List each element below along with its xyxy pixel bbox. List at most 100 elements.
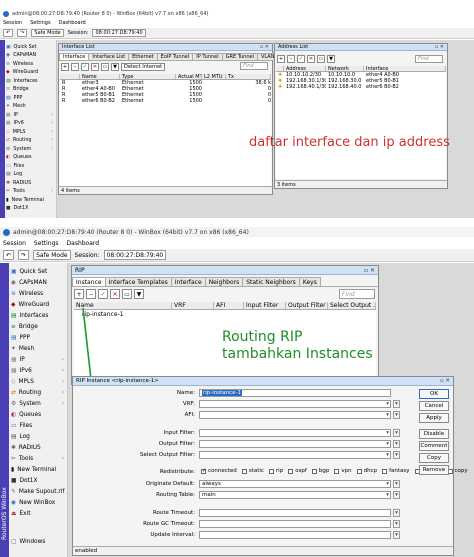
window-buttons[interactable]: ▫ ✕ (364, 267, 375, 274)
sidebar-item-queues[interactable]: ◐ Queues (11, 409, 68, 420)
sidebar-item-wireguard[interactable]: ◆ WireGuard (11, 299, 68, 310)
table-row[interactable]: Rether6 B0-B2 Ethernet 1500 0 (60, 98, 271, 104)
expand-originate-icon[interactable]: ▾ (393, 480, 400, 488)
check-icon[interactable]: ✓ (297, 55, 305, 63)
name-input[interactable]: rip-instance-1 (199, 389, 391, 397)
afi-select[interactable]: ▾ (199, 411, 391, 419)
sidebar-item-exit[interactable]: ⏏ Exit (11, 508, 68, 519)
filter-icon[interactable]: ▼ (111, 62, 119, 71)
check-icon[interactable]: ✓ (98, 289, 108, 299)
checkbox-dhcp[interactable] (356, 468, 362, 474)
col-vrf[interactable]: VRF (172, 302, 214, 309)
update-interval-input[interactable] (199, 531, 391, 539)
tab-eoip-tunnel[interactable]: EoIP Tunnel (156, 53, 194, 60)
redo-button[interactable]: ↷ (17, 29, 28, 37)
route-gc-timeout-input[interactable] (199, 520, 391, 528)
sidebar-item-log[interactable]: ▤ Log (6, 171, 57, 180)
undo-button[interactable]: ↶ (3, 250, 15, 260)
sidebar-item-wireless[interactable]: ≋ Wireless (11, 288, 68, 299)
ok-button[interactable]: OK (419, 389, 449, 399)
col-network[interactable]: Network (326, 66, 364, 71)
col-type[interactable]: Type (120, 74, 176, 79)
originate-default-select[interactable]: always ▾ (199, 480, 391, 488)
sidebar-item-mesh[interactable]: ✦ Mesh (11, 343, 68, 354)
sidebar-item-capsman[interactable]: ◉ CAPsMAN (11, 277, 68, 288)
sidebar-item-files[interactable]: ▭ Files (11, 420, 68, 431)
sidebar-item-tools[interactable]: ✂ Tools › (6, 188, 57, 197)
sidebar-item-routing[interactable]: ⇄ Routing › (6, 137, 57, 146)
output-filter-select[interactable]: ▾ (199, 440, 391, 448)
tab-interface[interactable]: Interface (170, 277, 206, 286)
sidebar-item-routing[interactable]: ⇄ Routing › (11, 387, 68, 398)
checkbox-ospf[interactable] (288, 468, 294, 474)
sidebar-item-wireguard[interactable]: ◆ WireGuard (6, 69, 57, 78)
tab-gre-tunnel[interactable]: GRE Tunnel (221, 53, 258, 60)
apply-button[interactable]: Apply (419, 413, 449, 423)
menu-session[interactable]: Session (3, 20, 22, 26)
menu-dashboard[interactable]: Dashboard (67, 240, 100, 247)
expand-routing-table-icon[interactable]: ▾ (393, 491, 400, 499)
sidebar-item-files[interactable]: ▭ Files (6, 162, 57, 171)
tab-interface-list[interactable]: Interface List (88, 53, 130, 60)
tab-interface-templates[interactable]: Interface Templates (104, 277, 172, 286)
find-input[interactable]: Find (339, 289, 375, 299)
checkbox-connected[interactable] (201, 468, 207, 474)
find-input[interactable]: Find (240, 62, 268, 70)
tab-ip-tunnel[interactable]: IP Tunnel (192, 53, 223, 60)
sidebar-item-ipv6[interactable]: ▦ IPv6 › (6, 120, 57, 129)
comment-icon[interactable]: ▭ (317, 55, 325, 63)
table-row[interactable]: ✚ 192.168.40.1/30 192.168.40.0 ether6 B0-B2 (276, 84, 446, 90)
safe-mode-button[interactable]: Safe Mode (31, 29, 64, 37)
sidebar-item-new-terminal[interactable]: ▮ New Terminal (11, 464, 68, 475)
table-row[interactable]: rip-instance-1 (74, 310, 376, 318)
redo-button[interactable]: ↷ (18, 250, 30, 260)
window-buttons[interactable]: ▫ ✕ (260, 44, 269, 50)
col-afi[interactable]: AFI (214, 302, 244, 309)
tab-neighbors[interactable]: Neighbors (204, 277, 244, 286)
cancel-button[interactable]: Cancel (419, 401, 449, 411)
checkbox-rip[interactable] (268, 468, 274, 474)
sidebar-item-windows[interactable]: ▢ Windows (11, 537, 68, 548)
sidebar-item-log[interactable]: ▤ Log (11, 431, 68, 442)
sidebar-item-interfaces[interactable]: ▤ Interfaces (6, 77, 57, 86)
add-icon[interactable]: + (74, 289, 84, 299)
filter-icon[interactable]: ▼ (327, 55, 335, 63)
col-interface[interactable]: Interface (364, 66, 446, 71)
sidebar-item-dot1x[interactable]: ■ Dot1X (11, 475, 68, 486)
tab-interface[interactable]: Interface (59, 53, 90, 60)
expand-route-gc-icon[interactable]: ▾ (393, 520, 400, 528)
sidebar-item-ip[interactable]: ▦ IP › (11, 354, 68, 365)
col-select-output[interactable]: Select Output ... (328, 302, 376, 309)
filter-icon[interactable]: ▼ (134, 289, 144, 299)
sidebar-item-make-supout-rif[interactable]: ✎ Make Supout.rif (11, 486, 68, 497)
copy-button[interactable]: Copy (419, 453, 449, 463)
sidebar-item-system[interactable]: ⚙ System › (6, 145, 57, 154)
checkbox-static[interactable] (241, 468, 247, 474)
expand-update-interval-icon[interactable]: ▾ (393, 531, 400, 539)
sidebar-item-mpls[interactable]: ◇ MPLS › (6, 128, 57, 137)
tab-keys[interactable]: Keys (298, 277, 321, 286)
check-icon[interactable]: ✓ (81, 62, 89, 71)
col-name[interactable]: Name (80, 74, 120, 79)
expand-input-filter-icon[interactable]: ▾ (393, 429, 400, 437)
expand-select-output-icon[interactable]: ▾ (393, 451, 400, 459)
sidebar-item-radius[interactable]: ✱ RADIUS (11, 442, 68, 453)
sidebar-item-new-terminal[interactable]: ▮ New Terminal (6, 196, 57, 205)
menu-settings[interactable]: Settings (30, 20, 51, 26)
tab-instance[interactable]: Instance (72, 277, 106, 286)
sidebar-item-ppp[interactable]: ▤ PPP (6, 94, 57, 103)
minus-icon[interactable]: − (71, 62, 79, 71)
sidebar-item-dot1x[interactable]: ■ Dot1X (6, 205, 57, 214)
sidebar-item-quick-set[interactable]: ▣ Quick Set (6, 43, 57, 52)
add-icon[interactable]: + (277, 55, 285, 63)
disable-button[interactable]: Disable (419, 429, 449, 439)
comment-icon[interactable]: ▭ (122, 289, 132, 299)
cross-icon[interactable]: ✕ (110, 289, 120, 299)
checkbox-vpn[interactable] (334, 468, 340, 474)
expand-afi-icon[interactable]: ▾ (393, 411, 400, 419)
add-icon[interactable]: + (61, 62, 69, 71)
safe-mode-button[interactable]: Safe Mode (33, 250, 71, 260)
sidebar-item-queues[interactable]: ◐ Queues (6, 154, 57, 163)
menu-session[interactable]: Session (3, 240, 26, 247)
col-l2-mtu[interactable]: L2 MTU (202, 74, 226, 79)
